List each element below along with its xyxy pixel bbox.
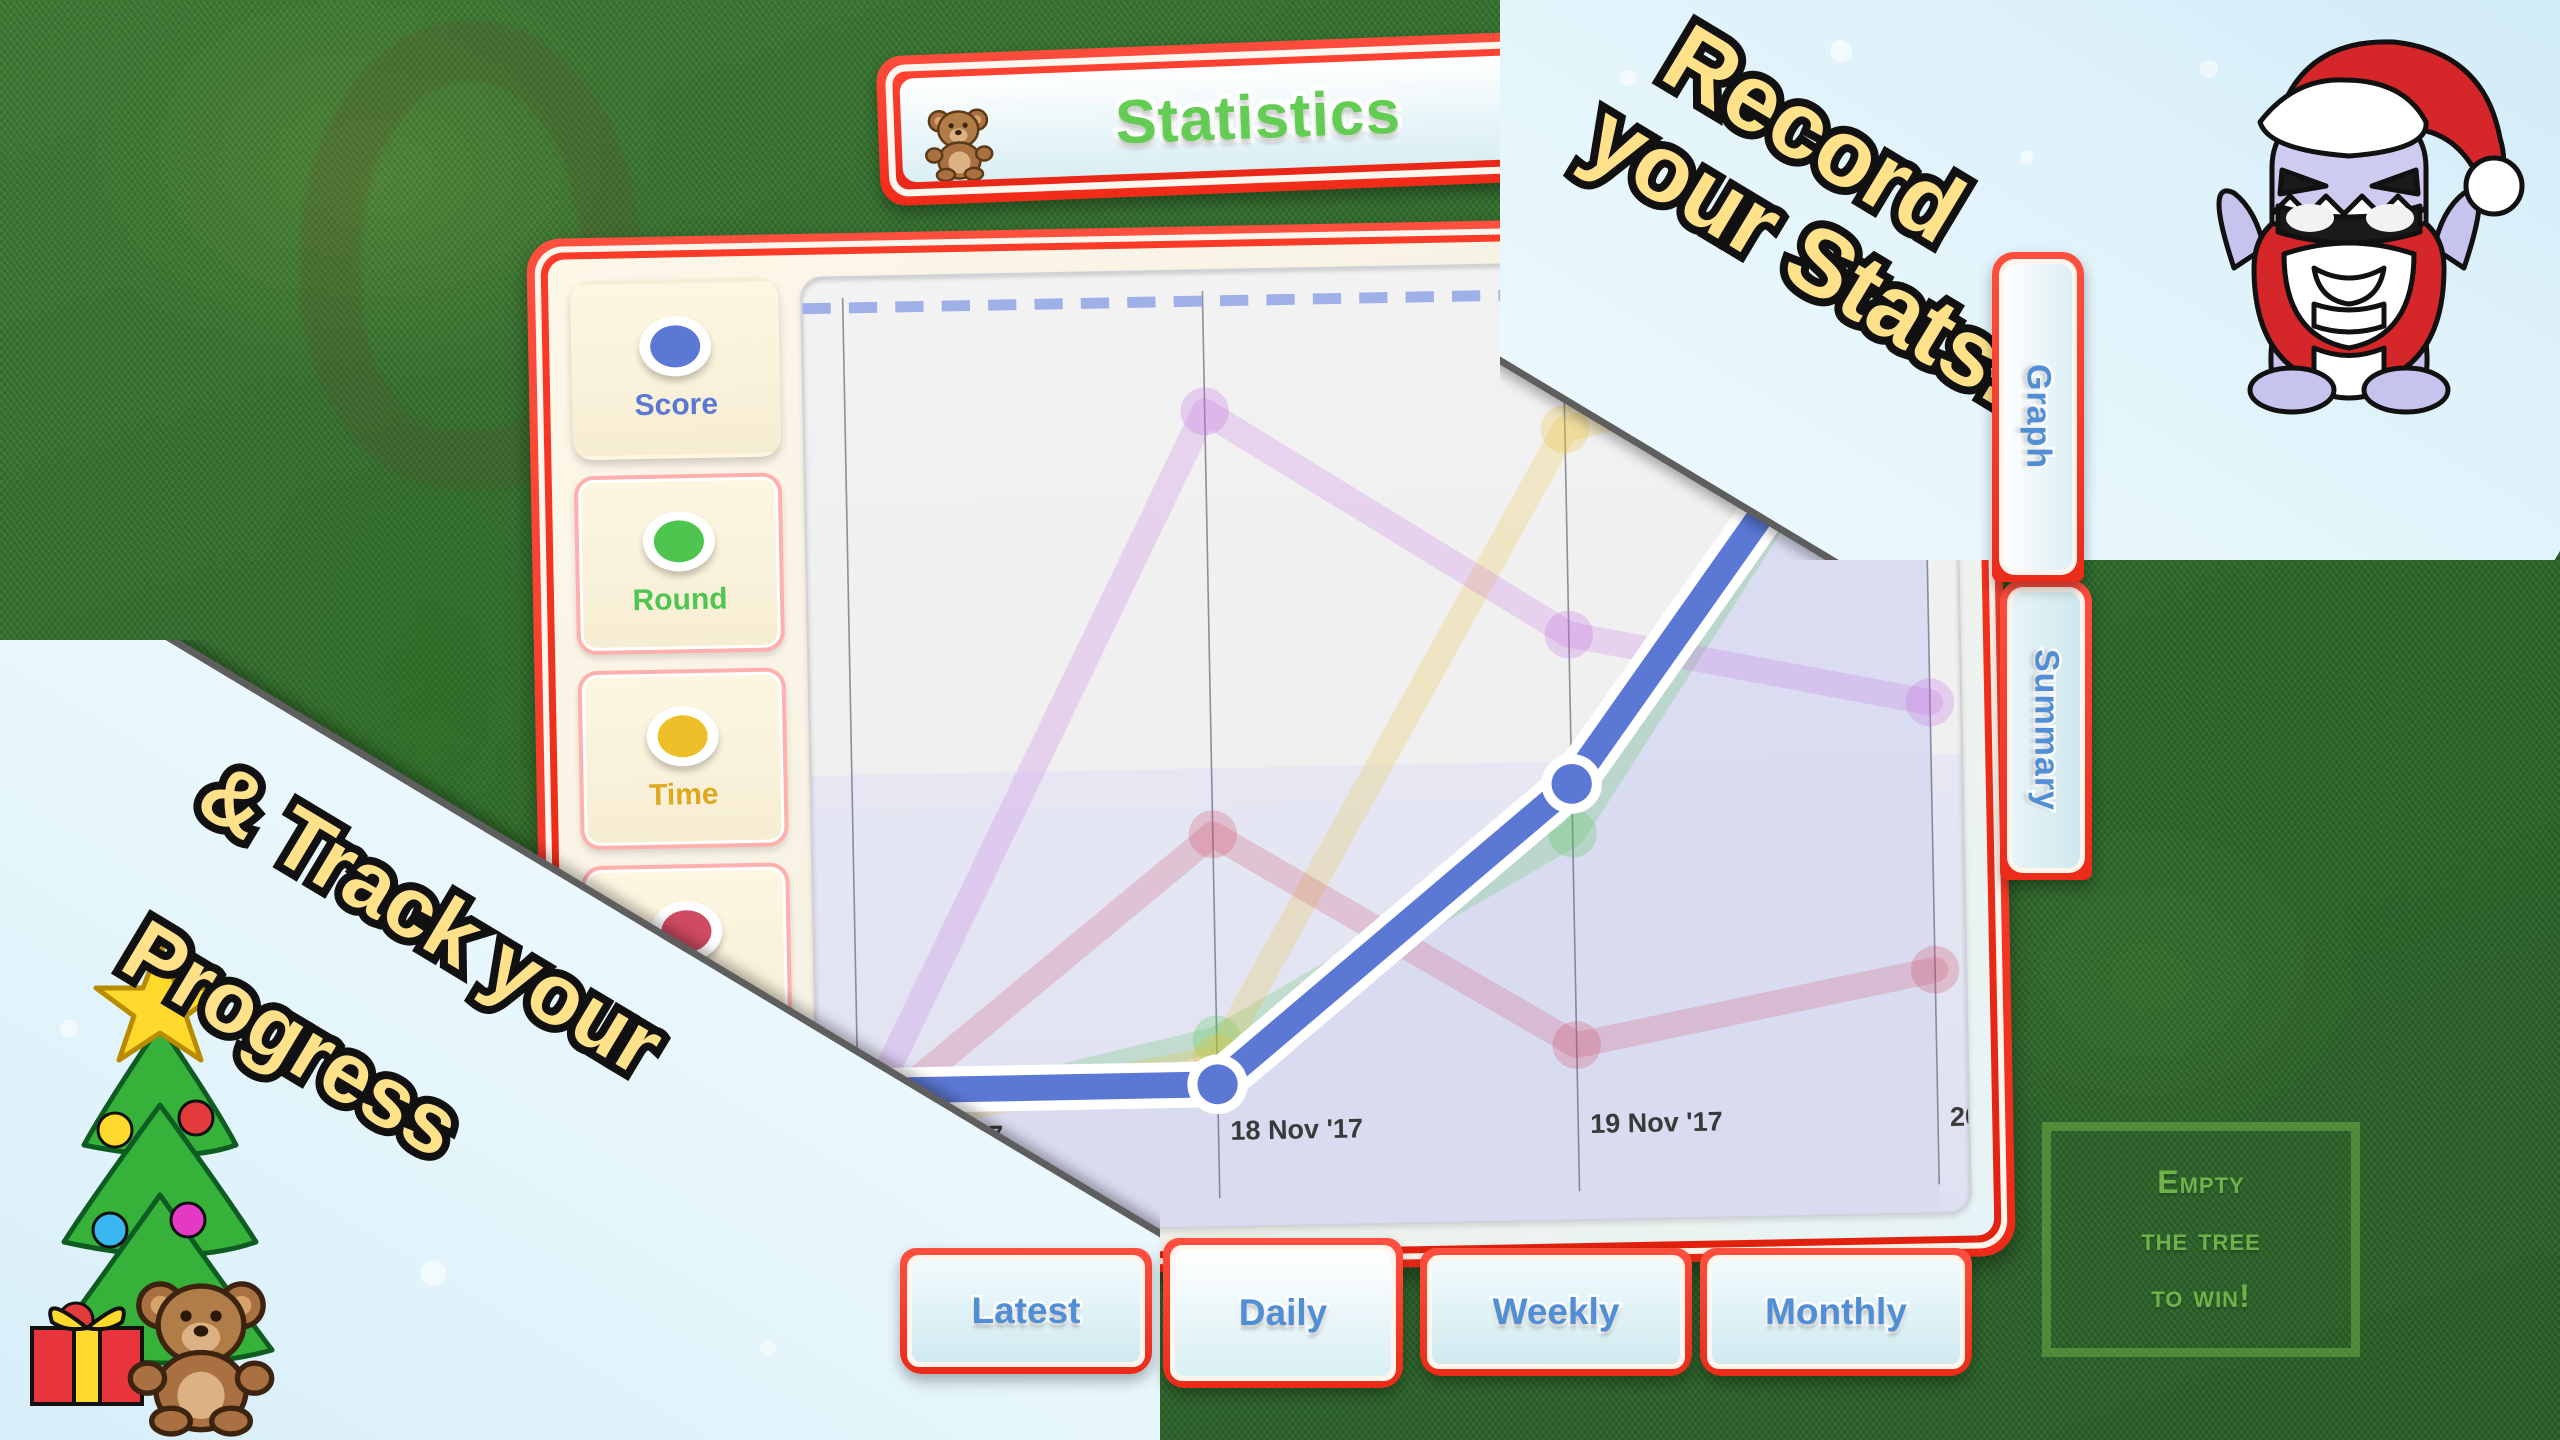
metric-selector-list: Score Round Time Run Moves — [569, 277, 797, 1241]
tab-graph-label: Graph — [2017, 362, 2060, 472]
statistics-panel: Score Round Time Run Moves Best Score 13… — [526, 210, 2016, 1285]
teddy-bear-icon — [924, 108, 994, 182]
tab-daily-label: Daily — [1236, 1290, 1329, 1336]
metric-button-time[interactable]: Time — [577, 667, 789, 851]
x-axis-label-3: 20 Nov '17 — [1949, 1100, 1973, 1133]
tab-graph[interactable]: Graph — [1992, 252, 2084, 582]
tab-latest-rim: Latest — [907, 1255, 1145, 1367]
tab-weekly-label: Weekly — [1490, 1289, 1622, 1335]
statistics-title-banner: Statistics — [875, 27, 1641, 207]
objective-hint-box: Empty the tree to win! — [2042, 1122, 2360, 1357]
tab-monthly-inner: Monthly — [1712, 1260, 1960, 1364]
toy-train-icon — [1512, 69, 1589, 132]
metric-label-moves: Moves — [644, 1166, 739, 1202]
panel-rim-inner: Score Round Time Run Moves Best Score 13… — [540, 225, 2002, 1270]
score-color-dot — [649, 324, 701, 368]
tab-monthly-label: Monthly — [1763, 1289, 1910, 1335]
metric-button-round[interactable]: Round — [573, 472, 786, 656]
tab-latest-inner: Latest — [912, 1260, 1140, 1362]
score-graph[interactable]: Best Score 13,273 17 Nov '17 18 Nov '17 19… — [799, 254, 1973, 1236]
x-axis-label-2: 19 Nov '17 — [1589, 1106, 1723, 1140]
x-axis-label-1: 18 Nov '17 — [1230, 1113, 1364, 1147]
metric-dot-score-wrap — [638, 315, 712, 377]
tab-weekly[interactable]: Weekly — [1420, 1248, 1692, 1376]
tab-summary-label: Summary — [2025, 647, 2068, 814]
tab-graph-rim: Graph — [1999, 259, 2077, 575]
tab-summary-rim: Summary — [2007, 587, 2085, 873]
tab-graph-inner: Graph — [2004, 264, 2072, 570]
tab-daily-rim: Daily — [1170, 1245, 1396, 1381]
tab-latest-label: Latest — [969, 1288, 1083, 1334]
tab-summary-inner: Summary — [2012, 592, 2080, 868]
round-color-dot — [653, 519, 705, 563]
run-color-dot — [661, 909, 712, 953]
hint-line-3: to win! — [2151, 1278, 2251, 1314]
metric-button-run[interactable]: Run — [581, 862, 793, 1046]
tab-weekly-inner: Weekly — [1432, 1260, 1680, 1364]
hint-line-2: the tree — [2141, 1221, 2261, 1257]
banner-inner: Statistics — [899, 51, 1617, 183]
metric-label-time: Time — [648, 777, 719, 812]
metric-dot-time-wrap — [646, 705, 720, 767]
metric-button-moves[interactable]: Moves — [584, 1057, 797, 1241]
panel-rim-outer: Score Round Time Run Moves Best Score 13… — [534, 219, 2008, 1276]
moves-color-dot — [664, 1104, 716, 1148]
metric-dot-run-wrap — [649, 900, 723, 962]
tab-monthly-rim: Monthly — [1707, 1255, 1965, 1369]
x-axis-label-0: 17 Nov '17 — [870, 1120, 1004, 1153]
metric-dot-round-wrap — [642, 510, 716, 572]
tab-summary[interactable]: Summary — [2000, 580, 2092, 880]
tab-daily-inner: Daily — [1175, 1250, 1391, 1376]
hint-line-1: Empty — [2157, 1164, 2245, 1200]
metric-label-run: Run — [658, 972, 718, 1007]
tab-weekly-rim: Weekly — [1427, 1255, 1685, 1369]
chart-canvas — [802, 256, 1971, 1233]
metric-dot-moves-wrap — [653, 1095, 727, 1157]
metric-label-round: Round — [632, 581, 728, 617]
panel-body: Score Round Time Run Moves Best Score 13… — [547, 232, 1995, 1263]
metric-button-score[interactable]: Score — [569, 277, 782, 461]
metric-label-score: Score — [634, 387, 719, 422]
tab-monthly[interactable]: Monthly — [1700, 1248, 1972, 1376]
tab-daily[interactable]: Daily — [1163, 1238, 1403, 1388]
banner-rim: Statistics — [884, 36, 1632, 198]
time-color-dot — [657, 714, 709, 758]
page-title: Statistics — [1109, 73, 1406, 162]
tab-latest[interactable]: Latest — [900, 1248, 1152, 1374]
